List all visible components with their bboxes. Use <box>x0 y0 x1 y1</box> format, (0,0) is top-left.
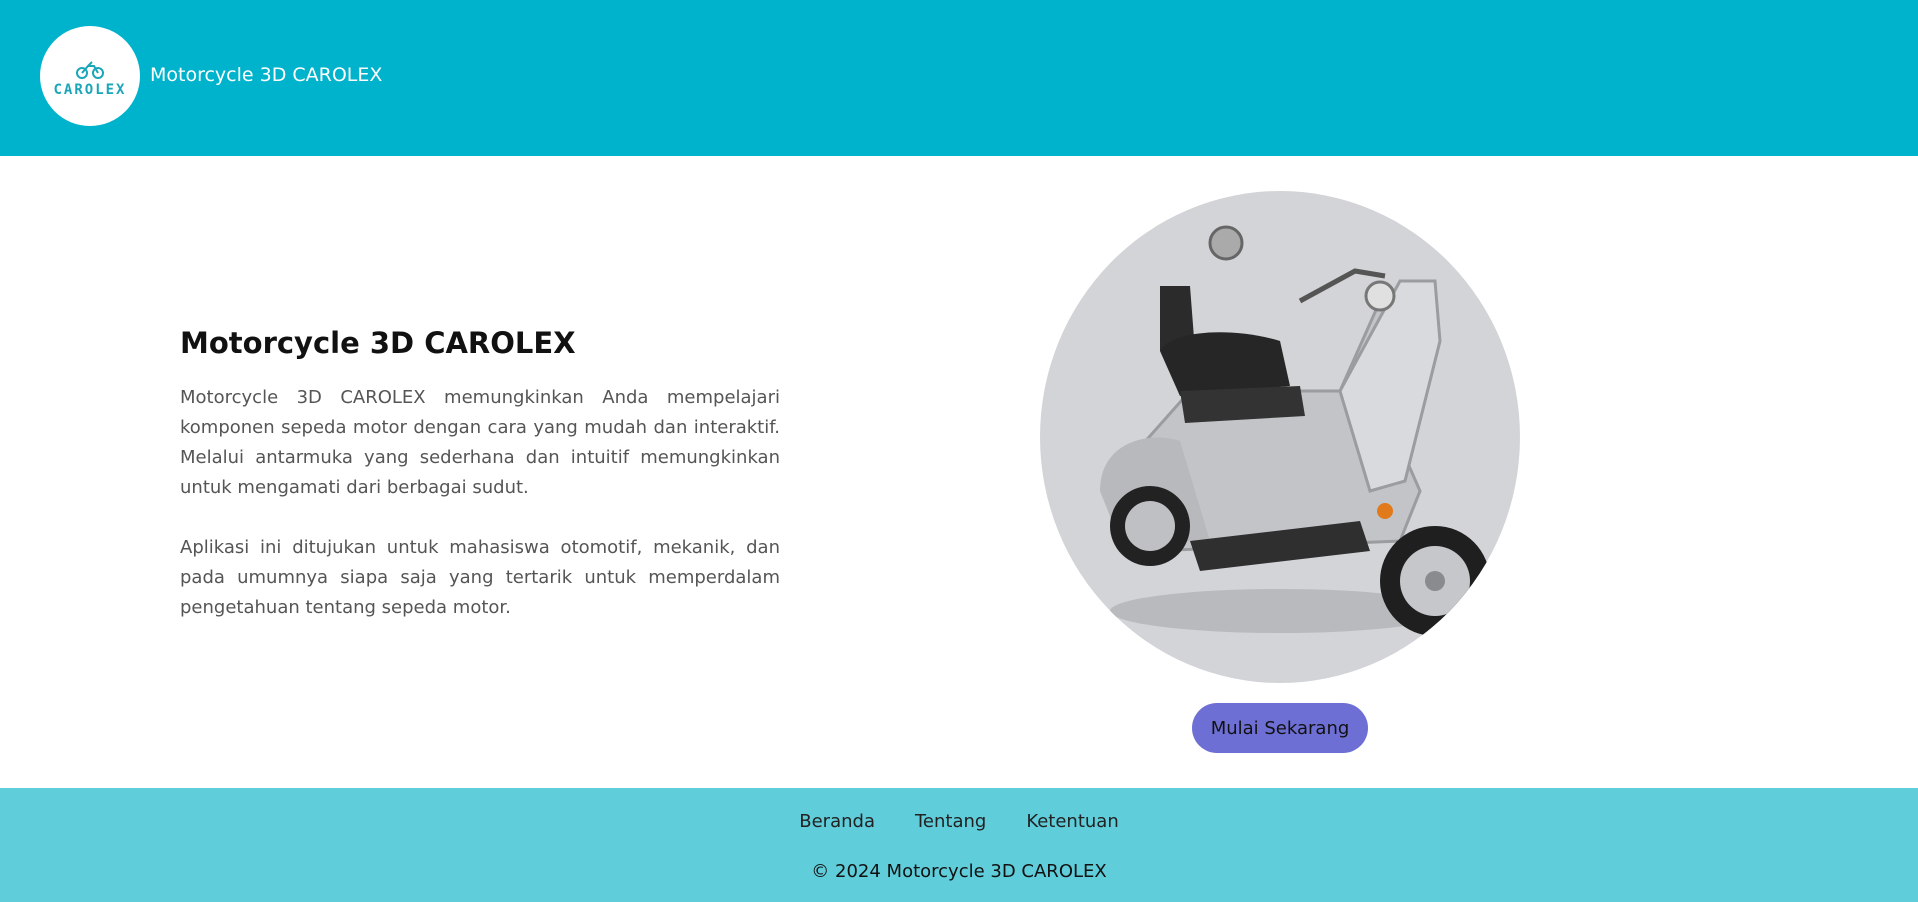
motorbike-icon <box>76 60 104 79</box>
brand-title[interactable]: Motorcycle 3D CAROLEX <box>150 64 382 86</box>
footer-link-ketentuan[interactable]: Ketentuan <box>1026 811 1118 832</box>
hero-image <box>1040 191 1520 683</box>
footer-link-beranda[interactable]: Beranda <box>799 811 875 832</box>
audience-paragraph: Aplikasi ini ditujukan untuk mahasiswa o… <box>180 537 780 618</box>
page-title: Motorcycle 3D CAROLEX <box>180 326 576 360</box>
logo-text: CAROLEX <box>53 81 127 98</box>
scooter-image <box>1100 225 1490 636</box>
carolex-logo[interactable]: CAROLEX <box>40 26 140 126</box>
footer-link-tentang[interactable]: Tentang <box>915 811 986 832</box>
intro-paragraph: Motorcycle 3D CAROLEX memungkinkan Anda … <box>180 387 780 498</box>
site-header: CAROLEX Motorcycle 3D CAROLEX <box>0 0 1918 156</box>
copyright-text: © 2024 Motorcycle 3D CAROLEX <box>811 861 1107 882</box>
start-now-button[interactable]: Mulai Sekarang <box>1192 703 1368 753</box>
footer-nav: Beranda Tentang Ketentuan <box>0 811 1918 832</box>
site-footer <box>0 788 1918 902</box>
